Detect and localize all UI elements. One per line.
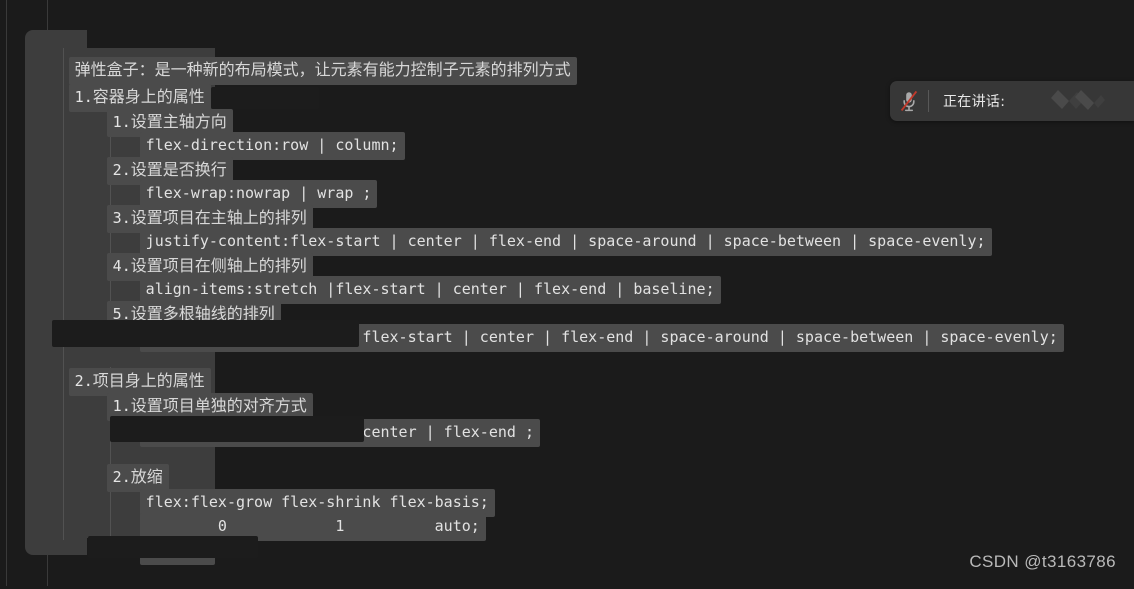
outline-item-1-1: 1.设置主轴方向 — [80, 85, 233, 137]
csdn-watermark: CSDN @t3163786 — [969, 552, 1116, 571]
outline-item-2-2: 2.放缩 — [80, 440, 169, 492]
code-line-flex-values: 0 1 auto; — [113, 489, 486, 541]
screen-canvas: 弹性盒子：是一种新的布局模式，让元素有能力控制子元素的排列方式 1.容器身上的属… — [0, 0, 1134, 586]
blank-strip-2 — [110, 416, 364, 442]
code-line-flex-wrap: flex-wrap:nowrap | wrap ; — [113, 156, 378, 208]
code-line-flex-direction: flex-direction:row | column; — [113, 108, 405, 160]
microphone-muted-icon[interactable] — [890, 90, 928, 112]
outline-item-1: 1.容器身上的属性 — [42, 60, 319, 112]
blank-strip-1 — [52, 320, 359, 347]
code-line-justify-content: justify-content:flex-start | center | fl… — [113, 204, 992, 256]
outline-item-2: 2.项目身上的属性 — [42, 344, 211, 396]
speaking-status-label: 正在讲话: — [943, 94, 1006, 110]
outline-item-1-4: 4.设置项目在侧轴上的排列 — [80, 229, 313, 281]
brand-logo-icon — [1044, 88, 1110, 114]
code-line-flex-one: flex:1; — [113, 513, 215, 565]
code-line-align-items: align-items:stretch |flex-start | center… — [113, 252, 721, 304]
outline-item-1-5: 5.设置多根轴线的排列 — [80, 277, 281, 329]
outline-item-2-1: 1.设置项目单独的对齐方式 — [80, 369, 313, 421]
note-title-line: 弹性盒子：是一种新的布局模式，让元素有能力控制子元素的排列方式 — [42, 33, 577, 85]
outline-item-1-2: 2.设置是否换行 — [80, 133, 233, 185]
meeting-status-widget[interactable]: 正在讲话: — [890, 81, 1134, 121]
blank-strip-3 — [88, 536, 258, 558]
widget-divider — [928, 90, 929, 112]
outline-item-1-3: 3.设置项目在主轴上的排列 — [80, 181, 313, 233]
code-line-flex-shorthand: flex:flex-grow flex-shrink flex-basis; — [113, 465, 495, 517]
